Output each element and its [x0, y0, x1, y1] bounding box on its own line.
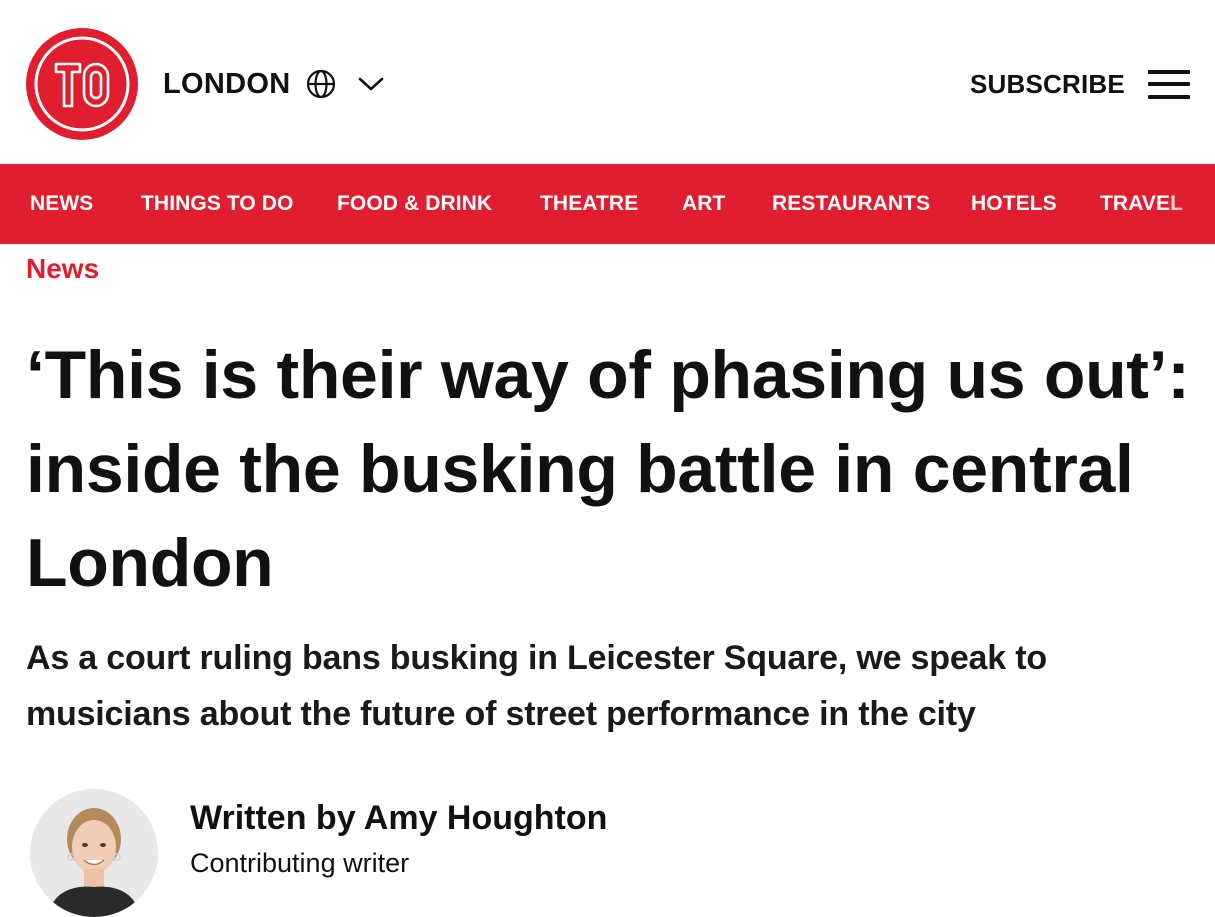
hamburger-menu-icon[interactable]: [1148, 68, 1190, 100]
author-photo: [30, 789, 158, 917]
author-role: Contributing writer: [190, 848, 410, 878]
subscribe-button[interactable]: SUBSCRIBE: [970, 68, 1125, 100]
logo-mark: [34, 36, 130, 132]
article-headline: ‘This is their way of phasing us out’: i…: [26, 337, 1190, 601]
nav-item-art[interactable]: ART: [682, 190, 725, 218]
menu-bar: [1148, 95, 1190, 99]
author-name[interactable]: Written by Amy Houghton: [190, 798, 607, 838]
nav-item-news[interactable]: NEWS: [30, 190, 93, 218]
section-label[interactable]: News: [26, 252, 99, 286]
nav-item-theatre[interactable]: THEATRE: [540, 190, 638, 218]
city-selector-label[interactable]: LONDON: [163, 66, 290, 102]
chevron-down-icon[interactable]: [357, 74, 385, 94]
nav-item-hotels[interactable]: HOTELS: [971, 190, 1057, 218]
author-avatar[interactable]: [30, 789, 158, 917]
menu-bar: [1148, 82, 1190, 86]
main-nav: NEWS THINGS TO DO FOOD & DRINK THEATRE A…: [0, 164, 1215, 244]
nav-item-restaurants[interactable]: RESTAURANTS: [772, 190, 930, 218]
time-out-logo[interactable]: [26, 28, 138, 140]
nav-scroll-fade: [1165, 164, 1215, 244]
nav-item-things-to-do[interactable]: THINGS TO DO: [141, 190, 294, 218]
menu-bar: [1148, 70, 1190, 74]
nav-item-food-drink[interactable]: FOOD & DRINK: [337, 190, 492, 218]
globe-icon[interactable]: [305, 68, 337, 100]
site-header: LONDON SUBSCRIBE: [0, 0, 1215, 164]
article-standfirst: As a court ruling bans busking in Leices…: [26, 639, 1047, 733]
